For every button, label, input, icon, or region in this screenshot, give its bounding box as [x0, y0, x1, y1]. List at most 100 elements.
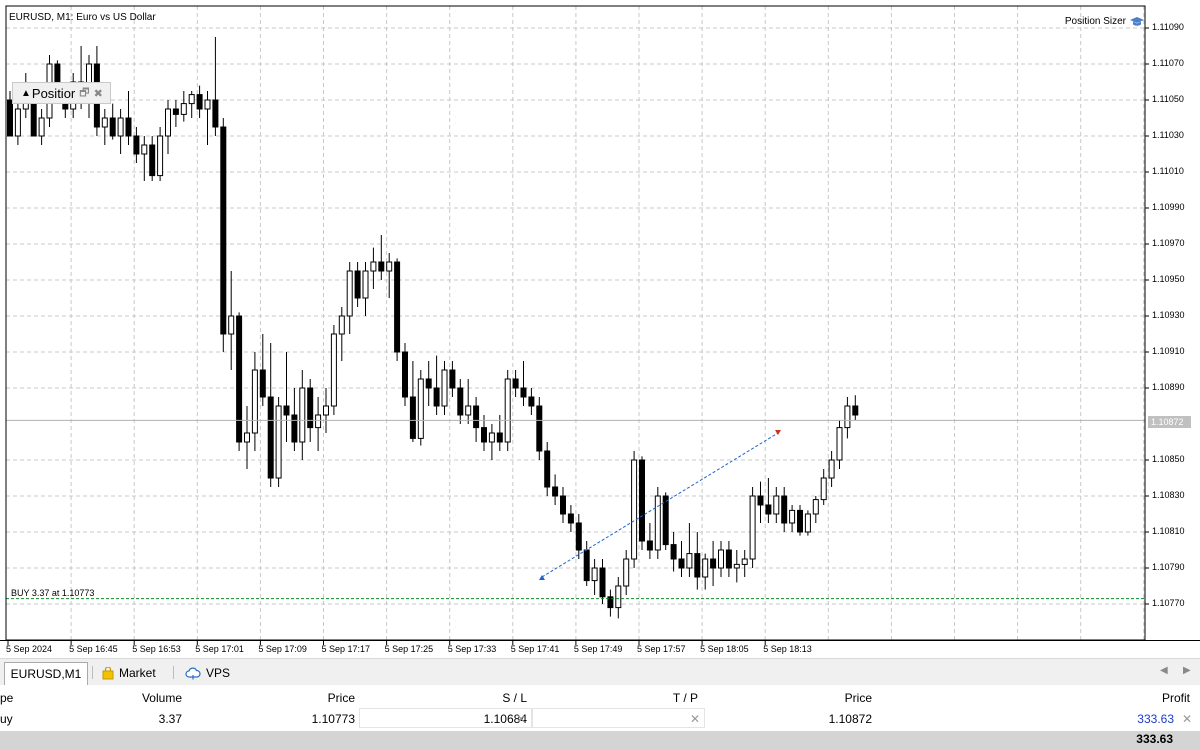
row-profit: 333.63: [1137, 712, 1174, 726]
row-current-price: 1.10872: [828, 712, 872, 726]
header-tp[interactable]: T / P: [673, 691, 698, 705]
close-position-icon[interactable]: ✕: [1182, 712, 1192, 726]
candle-bull: [789, 509, 796, 524]
scroll-right-icon[interactable]: ▶: [1183, 665, 1191, 676]
tab-market[interactable]: Market: [102, 663, 156, 683]
candle-bull: [362, 270, 369, 299]
candle-bear: [481, 427, 487, 443]
candle-bull: [812, 499, 819, 515]
candle-bull: [836, 427, 843, 461]
candle-bull: [820, 477, 827, 501]
candle-bear: [560, 495, 566, 515]
tab-separator: [92, 666, 93, 679]
price-tick-label: 1.11090: [1152, 22, 1184, 32]
time-tick-label: 5 Sep 17:09: [258, 644, 307, 654]
candle-bear: [528, 396, 535, 407]
candle-bear: [662, 495, 669, 546]
candle-bull: [623, 558, 630, 587]
trade-table: pe Volume Price S / L T / P Price Profit…: [0, 686, 1200, 730]
candle-bear: [646, 540, 653, 551]
position-sizer-label[interactable]: Position Sizer: [1065, 16, 1144, 27]
restore-icon[interactable]: 🗗: [79, 84, 89, 103]
candle-bull: [441, 369, 448, 407]
graduation-cap-icon: [1130, 16, 1144, 26]
candle-bear: [765, 504, 772, 515]
price-tick-label: 1.10910: [1152, 346, 1185, 356]
candle-bear: [125, 117, 132, 137]
candle-bull: [386, 261, 393, 272]
position-sizer-panel[interactable]: ▲ Positior 🗗 ✖: [12, 82, 111, 104]
chart-area[interactable]: EURUSD, M1: Euro vs US Dollar Position S…: [0, 0, 1200, 658]
tab-separator: [173, 666, 174, 679]
candle-bull: [741, 558, 748, 565]
candle-bear: [212, 99, 219, 128]
collapse-triangle-icon[interactable]: ▲: [21, 88, 31, 99]
candle-bull: [828, 459, 835, 479]
candle-bear: [670, 544, 677, 560]
header-sl[interactable]: S / L: [502, 691, 527, 705]
candle-bear: [457, 387, 464, 416]
candle-bear: [567, 513, 574, 524]
candle-bull: [323, 405, 329, 416]
candle-bull: [718, 549, 724, 569]
candle-bear: [267, 396, 274, 479]
time-tick-label: 5 Sep 16:53: [132, 644, 181, 654]
candle-bear: [639, 459, 645, 542]
candle-bear: [520, 387, 527, 398]
candle-bear: [781, 495, 788, 524]
price-tick-label: 1.11010: [1152, 166, 1184, 176]
candle-bull: [488, 432, 495, 443]
candle-bull: [141, 144, 148, 155]
candle-bear: [512, 378, 519, 389]
candle-bear: [149, 144, 156, 177]
candle-bear: [678, 558, 685, 569]
tab-vps[interactable]: VPS: [185, 663, 230, 683]
time-tick-label: 5 Sep 17:01: [195, 644, 244, 654]
scroll-left-icon[interactable]: ◀: [1160, 665, 1168, 676]
totals-footer: 333.63: [0, 731, 1200, 749]
price-tick-label: 1.10950: [1152, 274, 1185, 284]
row-type: uy: [0, 712, 13, 726]
exit-arrow-icon: [775, 430, 781, 435]
candle-bull: [417, 378, 424, 439]
candle-bear: [496, 432, 503, 443]
price-chart[interactable]: [0, 0, 1200, 658]
candle-bear: [402, 351, 408, 398]
candle-bull: [204, 99, 211, 110]
time-tick-label: 5 Sep 17:57: [637, 644, 686, 654]
price-tick-label: 1.10990: [1152, 202, 1185, 212]
candle-bear: [725, 549, 732, 569]
price-tick-label: 1.10930: [1152, 310, 1185, 320]
close-icon[interactable]: ✖: [94, 87, 103, 100]
candle-bear: [354, 270, 361, 299]
remove-tp-icon[interactable]: ✕: [690, 712, 700, 726]
header-type[interactable]: pe: [0, 691, 13, 705]
buy-line-label: BUY 3.37 at 1.10773: [11, 588, 95, 598]
shopping-bag-icon: [102, 666, 114, 679]
tab-eurusd-m1[interactable]: EURUSD,M1: [4, 662, 88, 685]
header-price[interactable]: Price: [328, 691, 355, 705]
panel-title: Positior: [31, 85, 76, 101]
candle-bull: [244, 432, 250, 443]
candle-bear: [133, 135, 140, 155]
price-tick-label: 1.10810: [1152, 526, 1185, 536]
header-current-price[interactable]: Price: [845, 691, 872, 705]
time-tick-label: 5 Sep 16:45: [69, 644, 118, 654]
candle-bear: [575, 522, 582, 551]
candle-bear: [552, 486, 559, 497]
candle-bull: [631, 459, 638, 560]
chart-title: EURUSD, M1: Euro vs US Dollar: [9, 12, 156, 23]
total-profit: 333.63: [1136, 732, 1173, 746]
candle-bull: [465, 405, 472, 416]
candle-bull: [804, 513, 811, 533]
header-profit[interactable]: Profit: [1162, 691, 1190, 705]
cloud-icon: [185, 667, 201, 679]
tp-cell[interactable]: [532, 708, 705, 728]
candle-bear: [109, 117, 116, 137]
remove-sl-icon[interactable]: ✕: [516, 712, 526, 726]
candle-bull: [702, 558, 709, 578]
candle-bull: [165, 108, 171, 137]
price-tick-label: 1.10770: [1152, 598, 1185, 608]
candle-bull: [844, 405, 851, 429]
header-volume[interactable]: Volume: [142, 691, 182, 705]
